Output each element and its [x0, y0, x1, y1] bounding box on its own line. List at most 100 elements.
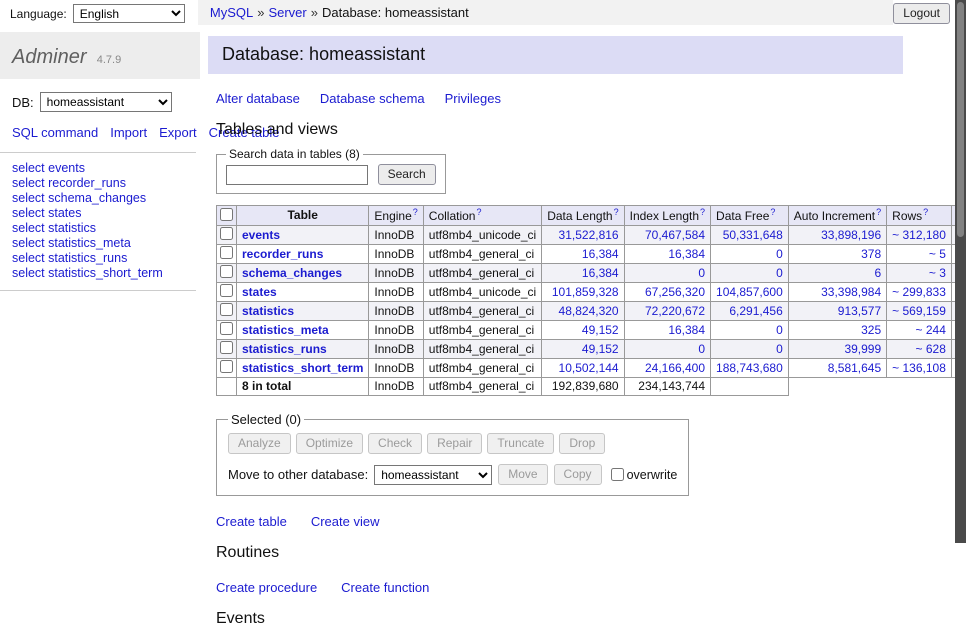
sidebar-link[interactable]: Import [110, 125, 147, 140]
auto-increment-link[interactable]: 33,398,984 [821, 285, 881, 299]
copy-button[interactable]: Copy [554, 464, 602, 485]
table-name-link[interactable]: schema_changes [242, 266, 342, 280]
truncate-button[interactable]: Truncate [487, 433, 554, 454]
row-checkbox[interactable] [220, 303, 233, 316]
index-length-link[interactable]: 72,220,672 [645, 304, 705, 318]
rows-link[interactable]: ~ 569,159 [892, 304, 946, 318]
auto-increment-link[interactable]: 325 [861, 323, 881, 337]
data-free-link[interactable]: 6,291,456 [729, 304, 782, 318]
index-length-link[interactable]: 24,166,400 [645, 361, 705, 375]
data-free-link[interactable]: 0 [776, 323, 783, 337]
table-name-link[interactable]: statistics_meta [242, 323, 329, 337]
data-length-link[interactable]: 49,152 [582, 323, 619, 337]
rows-link[interactable]: ~ 244 [916, 323, 946, 337]
language-select[interactable]: English [73, 4, 185, 23]
check-button[interactable]: Check [368, 433, 422, 454]
select-all-checkbox[interactable] [220, 208, 233, 221]
drop-button[interactable]: Drop [559, 433, 605, 454]
sidebar-table-link[interactable]: select statistics_short_term [12, 266, 186, 281]
row-checkbox[interactable] [220, 341, 233, 354]
data-length-link[interactable]: 10,502,144 [559, 361, 619, 375]
index-length-link[interactable]: 67,256,320 [645, 285, 705, 299]
index-length-link[interactable]: 16,384 [668, 247, 705, 261]
sidebar-table-link[interactable]: select schema_changes [12, 191, 186, 206]
row-checkbox[interactable] [220, 360, 233, 373]
rows-link[interactable]: ~ 5 [929, 247, 946, 261]
sidebar-table-link[interactable]: select statistics_runs [12, 251, 186, 266]
rows-link[interactable]: ~ 312,180 [892, 228, 946, 242]
table-name-link[interactable]: states [242, 285, 277, 299]
data-free-link[interactable]: 50,331,648 [723, 228, 783, 242]
data-free-link[interactable]: 0 [776, 342, 783, 356]
table-name-link[interactable]: statistics_runs [242, 342, 327, 356]
help-link[interactable]: ? [413, 207, 418, 217]
data-free-link[interactable]: 104,857,600 [716, 285, 783, 299]
auto-increment-link[interactable]: 33,898,196 [821, 228, 881, 242]
overwrite-checkbox[interactable] [611, 468, 624, 481]
index-length-link[interactable]: 0 [698, 266, 705, 280]
create-link[interactable]: Create view [311, 514, 380, 529]
rows-link[interactable]: ~ 136,108 [892, 361, 946, 375]
data-free-link[interactable]: 0 [776, 247, 783, 261]
vertical-scrollbar[interactable] [955, 0, 966, 543]
sidebar-table-link[interactable]: select recorder_runs [12, 176, 186, 191]
sidebar-link[interactable]: SQL command [12, 125, 98, 140]
data-length-link[interactable]: 48,824,320 [559, 304, 619, 318]
auto-increment-link[interactable]: 378 [861, 247, 881, 261]
logout-button[interactable]: Logout [893, 3, 950, 24]
row-checkbox[interactable] [220, 246, 233, 259]
auto-increment-link[interactable]: 913,577 [838, 304, 881, 318]
optimize-button[interactable]: Optimize [296, 433, 363, 454]
table-name-link[interactable]: recorder_runs [242, 247, 323, 261]
data-length-link[interactable]: 31,522,816 [559, 228, 619, 242]
row-checkbox[interactable] [220, 227, 233, 240]
data-length-link[interactable]: 16,384 [582, 266, 619, 280]
data-free-link[interactable]: 0 [776, 266, 783, 280]
help-link[interactable]: ? [923, 207, 928, 217]
rows-link[interactable]: ~ 299,833 [892, 285, 946, 299]
row-checkbox[interactable] [220, 265, 233, 278]
create-link[interactable]: Create table [216, 514, 287, 529]
sidebar-table-link[interactable]: select states [12, 206, 186, 221]
move-button[interactable]: Move [498, 464, 547, 485]
table-name-link[interactable]: statistics [242, 304, 294, 318]
data-length-link[interactable]: 101,859,328 [552, 285, 619, 299]
auto-increment-link[interactable]: 39,999 [844, 342, 881, 356]
search-button[interactable]: Search [378, 164, 436, 185]
help-link[interactable]: ? [614, 207, 619, 217]
rows-link[interactable]: ~ 3 [929, 266, 946, 280]
auto-increment-link[interactable]: 8,581,645 [828, 361, 881, 375]
move-db-select[interactable]: homeassistant [374, 465, 492, 485]
row-checkbox[interactable] [220, 284, 233, 297]
db-action-link[interactable]: Database schema [320, 91, 425, 106]
scrollbar-thumb[interactable] [957, 2, 964, 237]
row-checkbox[interactable] [220, 322, 233, 335]
table-name-link[interactable]: events [242, 228, 280, 242]
rows-link[interactable]: ~ 628 [916, 342, 946, 356]
search-input[interactable] [226, 165, 368, 185]
adminer-logo[interactable]: Adminer [12, 46, 86, 68]
auto-increment-link[interactable]: 6 [874, 266, 881, 280]
sidebar-table-link[interactable]: select statistics [12, 221, 186, 236]
breadcrumb-mysql-link[interactable]: MySQL [210, 5, 253, 20]
routine-link[interactable]: Create function [341, 580, 429, 595]
index-length-link[interactable]: 16,384 [668, 323, 705, 337]
routine-link[interactable]: Create procedure [216, 580, 317, 595]
repair-button[interactable]: Repair [427, 433, 482, 454]
sidebar-table-link[interactable]: select events [12, 161, 186, 176]
sidebar-link[interactable]: Export [159, 125, 197, 140]
index-length-link[interactable]: 0 [698, 342, 705, 356]
analyze-button[interactable]: Analyze [228, 433, 291, 454]
table-name-link[interactable]: statistics_short_term [242, 361, 363, 375]
help-link[interactable]: ? [700, 207, 705, 217]
breadcrumb-server-link[interactable]: Server [268, 5, 306, 20]
data-length-link[interactable]: 49,152 [582, 342, 619, 356]
help-link[interactable]: ? [876, 207, 881, 217]
db-action-link[interactable]: Privileges [445, 91, 501, 106]
sidebar-table-link[interactable]: select statistics_meta [12, 236, 186, 251]
index-length-link[interactable]: 70,467,584 [645, 228, 705, 242]
data-length-link[interactable]: 16,384 [582, 247, 619, 261]
db-action-link[interactable]: Alter database [216, 91, 300, 106]
db-select[interactable]: homeassistant [40, 92, 172, 112]
help-link[interactable]: ? [476, 207, 481, 217]
